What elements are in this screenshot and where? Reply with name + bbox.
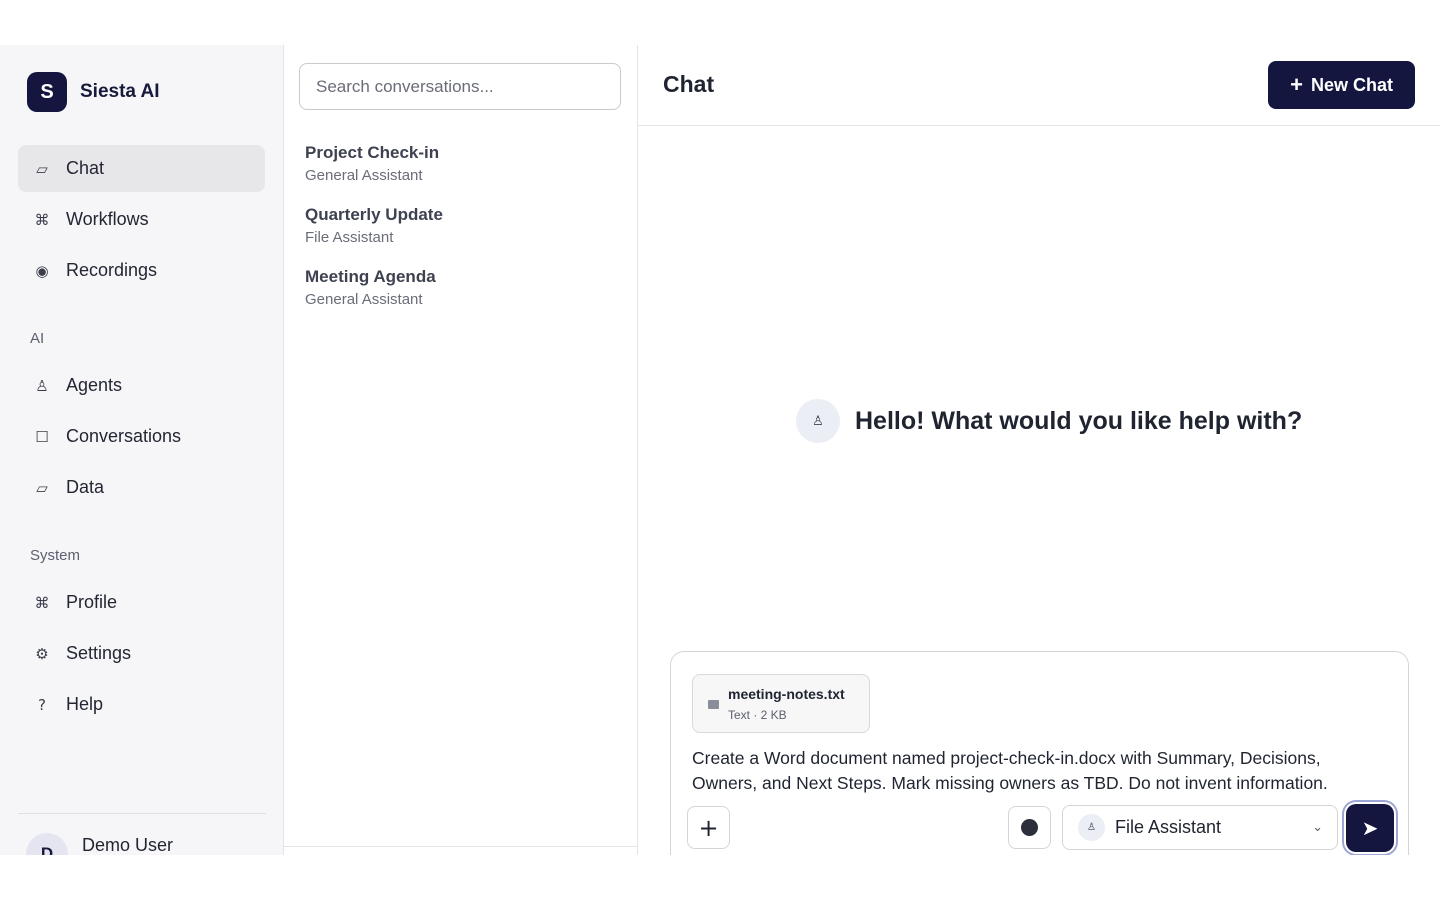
brand-logo: S bbox=[27, 72, 67, 112]
sidebar-item-label: Data bbox=[66, 477, 105, 497]
conversation-list: Project Check-in General Assistant Quart… bbox=[305, 143, 443, 329]
attachment-chip[interactable]: meeting-notes.txt Text · 2 KB bbox=[692, 674, 870, 733]
sidebar-item-data[interactable]: ▱ Data bbox=[18, 464, 265, 511]
gear-icon: ⚙ bbox=[35, 644, 49, 663]
sidebar-item-label: Recordings bbox=[66, 260, 158, 280]
square-icon: ☐ bbox=[35, 427, 49, 446]
message-composer: meeting-notes.txt Text · 2 KB Create a W… bbox=[670, 651, 1409, 855]
conversation-list-panel: Project Check-in General Assistant Quart… bbox=[284, 45, 638, 855]
command-icon: ⌘ bbox=[34, 593, 50, 612]
conversation-title: Project Check-in bbox=[305, 143, 440, 162]
list-item[interactable]: Project Check-in General Assistant bbox=[305, 143, 443, 184]
sidebar-item-profile[interactable]: ⌘ Profile bbox=[18, 579, 265, 626]
conversation-title: Quarterly Update bbox=[305, 205, 443, 224]
brand[interactable]: S Siesta AI bbox=[27, 72, 160, 112]
record-button[interactable] bbox=[1008, 806, 1051, 849]
sidebar-item-label: Settings bbox=[66, 643, 132, 663]
sidebar-item-agents[interactable]: ♙ Agents bbox=[18, 362, 265, 409]
list-item[interactable]: Quarterly Update File Assistant bbox=[305, 205, 443, 246]
agent-select[interactable]: ♙ File Assistant ⌄ bbox=[1062, 805, 1338, 850]
help-icon: ? bbox=[38, 695, 46, 714]
conversation-title: Meeting Agenda bbox=[305, 267, 436, 286]
sidebar-item-help[interactable]: ? Help bbox=[18, 681, 265, 728]
command-icon: ⌘ bbox=[34, 210, 50, 229]
attachment-meta: Text · 2 KB bbox=[728, 708, 787, 722]
chat-icon: ▱ bbox=[36, 159, 48, 178]
panel-divider bbox=[284, 846, 637, 847]
section-label-ai: AI bbox=[30, 330, 45, 347]
app-window: S Siesta AI ▱ Chat ⌘ Workflows ◉ Recordi… bbox=[0, 45, 1440, 855]
sidebar-item-recordings[interactable]: ◉ Recordings bbox=[18, 247, 265, 294]
plus-icon: + bbox=[1290, 72, 1303, 97]
chevron-down-icon: ⌄ bbox=[1312, 820, 1323, 835]
sidebar-item-conversations[interactable]: ☐ Conversations bbox=[18, 413, 265, 460]
sidebar-item-settings[interactable]: ⚙ Settings bbox=[18, 630, 265, 677]
file-icon bbox=[708, 700, 719, 709]
attachment-name: meeting-notes.txt bbox=[728, 686, 845, 702]
system-nav: ⌘ Profile ⚙ Settings ? Help bbox=[18, 579, 265, 732]
sidebar-item-label: Agents bbox=[66, 375, 123, 395]
sidebar-item-workflows[interactable]: ⌘ Workflows bbox=[18, 196, 265, 243]
chat-header: Chat + New Chat bbox=[638, 45, 1440, 126]
user-name: Demo User bbox=[82, 835, 174, 855]
sidebar-item-chat[interactable]: ▱ Chat bbox=[18, 145, 265, 192]
page-title: Chat bbox=[663, 71, 715, 97]
sidebar-divider bbox=[18, 813, 266, 814]
sidebar-item-label: Chat bbox=[66, 158, 105, 178]
conversation-agent: General Assistant bbox=[305, 291, 423, 308]
sidebar-item-label: Help bbox=[66, 694, 104, 714]
agent-select-value: File Assistant bbox=[1115, 817, 1222, 837]
agent-icon: ♙ bbox=[796, 399, 840, 443]
avatar: D bbox=[26, 833, 68, 855]
send-icon: ➤ bbox=[1361, 816, 1379, 840]
conversation-agent: File Assistant bbox=[305, 229, 394, 246]
data-icon: ▱ bbox=[36, 478, 48, 497]
greeting-text: Hello! What would you like help with? bbox=[855, 406, 1303, 435]
record-icon: ◉ bbox=[35, 261, 49, 280]
agent-icon: ♙ bbox=[1078, 814, 1105, 841]
ai-nav: ♙ Agents ☐ Conversations ▱ Data bbox=[18, 362, 265, 515]
brand-name: Siesta AI bbox=[80, 81, 160, 102]
greeting: ♙ Hello! What would you like help with? bbox=[796, 399, 1302, 443]
section-label-system: System bbox=[30, 547, 81, 564]
chat-main: Chat + New Chat ♙ Hello! What would you … bbox=[638, 45, 1440, 855]
sidebar-item-label: Conversations bbox=[66, 426, 182, 446]
user-profile[interactable]: D Demo User bbox=[26, 833, 173, 855]
sidebar-item-label: Profile bbox=[66, 592, 118, 612]
attach-button[interactable]: + bbox=[687, 806, 730, 849]
list-item[interactable]: Meeting Agenda General Assistant bbox=[305, 267, 443, 308]
message-input[interactable]: Create a Word document named project-che… bbox=[692, 746, 1382, 796]
sidebar-item-label: Workflows bbox=[66, 209, 149, 229]
conversation-agent: General Assistant bbox=[305, 167, 423, 184]
agent-icon: ♙ bbox=[35, 376, 49, 395]
new-chat-button[interactable]: + New Chat bbox=[1268, 61, 1415, 109]
search-input[interactable] bbox=[299, 63, 621, 110]
primary-nav: ▱ Chat ⌘ Workflows ◉ Recordings bbox=[18, 145, 265, 298]
record-icon bbox=[1021, 819, 1038, 836]
sidebar: S Siesta AI ▱ Chat ⌘ Workflows ◉ Recordi… bbox=[0, 45, 284, 855]
send-button[interactable]: ➤ bbox=[1346, 804, 1394, 852]
new-chat-label: New Chat bbox=[1310, 74, 1393, 95]
